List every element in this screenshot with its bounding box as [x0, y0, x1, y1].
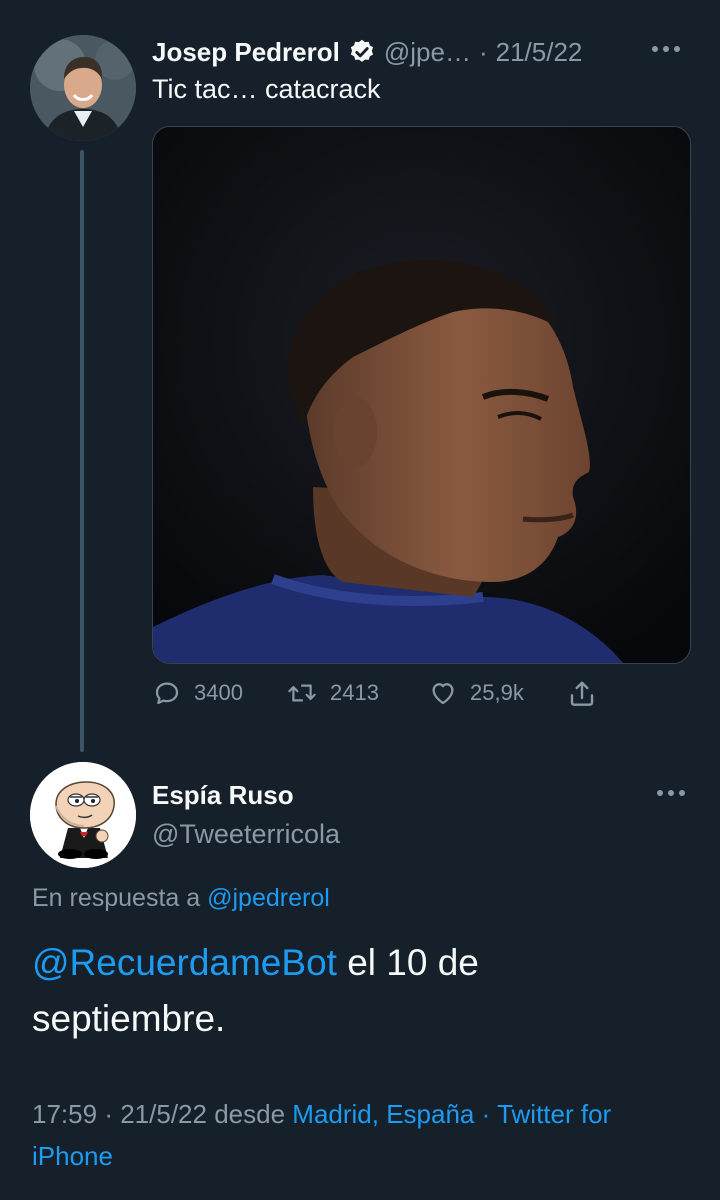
avatar-photo	[30, 35, 136, 141]
tweet-text: Tic tac… catacrack	[152, 74, 381, 104]
reply-author-name[interactable]: Espía Ruso	[152, 780, 294, 811]
mention-link[interactable]: @RecuerdameBot	[32, 942, 337, 983]
tweet-header: Josep Pedrerol @jpe… · 21/5/22	[152, 34, 692, 70]
share-icon	[570, 681, 594, 706]
author-avatar[interactable]	[30, 35, 136, 141]
heart-icon	[432, 683, 454, 705]
author-handle[interactable]: @jpe…	[384, 37, 471, 68]
reply-count: 3400	[194, 680, 243, 705]
separator-dot: ·	[104, 1099, 113, 1129]
thread-line	[80, 150, 84, 752]
tweet-date[interactable]: 21/5/22	[496, 37, 583, 68]
reply-metadata: 17:59 · 21/5/22 desde Madrid, España · T…	[32, 1093, 692, 1177]
verified-badge-icon	[350, 39, 373, 62]
author-name[interactable]: Josep Pedrerol	[152, 37, 340, 68]
more-options-icon[interactable]	[652, 46, 680, 52]
tweet-action-bar: 3400 2413 25,9k	[152, 678, 622, 718]
like-button[interactable]: 25,9k	[428, 678, 524, 708]
cartoon-avatar-image	[30, 762, 136, 868]
location-link[interactable]: Madrid, España	[292, 1099, 474, 1129]
in-reply-to-handle-link[interactable]: @jpedrerol	[207, 884, 330, 912]
in-reply-to: En respuesta a @jpedrerol	[32, 884, 330, 913]
reply-icon	[155, 682, 179, 705]
reply-author-avatar[interactable]	[30, 762, 136, 868]
retweet-count: 2413	[330, 680, 379, 705]
retweet-button[interactable]: 2413	[286, 678, 379, 708]
reply-text: @RecuerdameBot el 10 de septiembre.	[32, 935, 672, 1047]
more-options-icon[interactable]	[657, 790, 685, 796]
like-count: 25,9k	[470, 680, 524, 705]
reply-time: 17:59	[32, 1099, 98, 1129]
separator-dot: ·	[478, 36, 488, 67]
from-label: desde	[214, 1099, 286, 1129]
reply-author-handle[interactable]: @Tweeterricola	[152, 819, 340, 850]
in-reply-to-label: En respuesta a	[32, 884, 201, 912]
separator-dot: ·	[481, 1099, 491, 1129]
retweet-icon	[288, 684, 316, 702]
tweet-media-image[interactable]	[152, 126, 691, 664]
reply-date: 21/5/22	[120, 1099, 207, 1129]
reply-button[interactable]: 3400	[152, 678, 243, 708]
share-button[interactable]	[566, 678, 598, 710]
player-portrait-image	[153, 127, 690, 663]
